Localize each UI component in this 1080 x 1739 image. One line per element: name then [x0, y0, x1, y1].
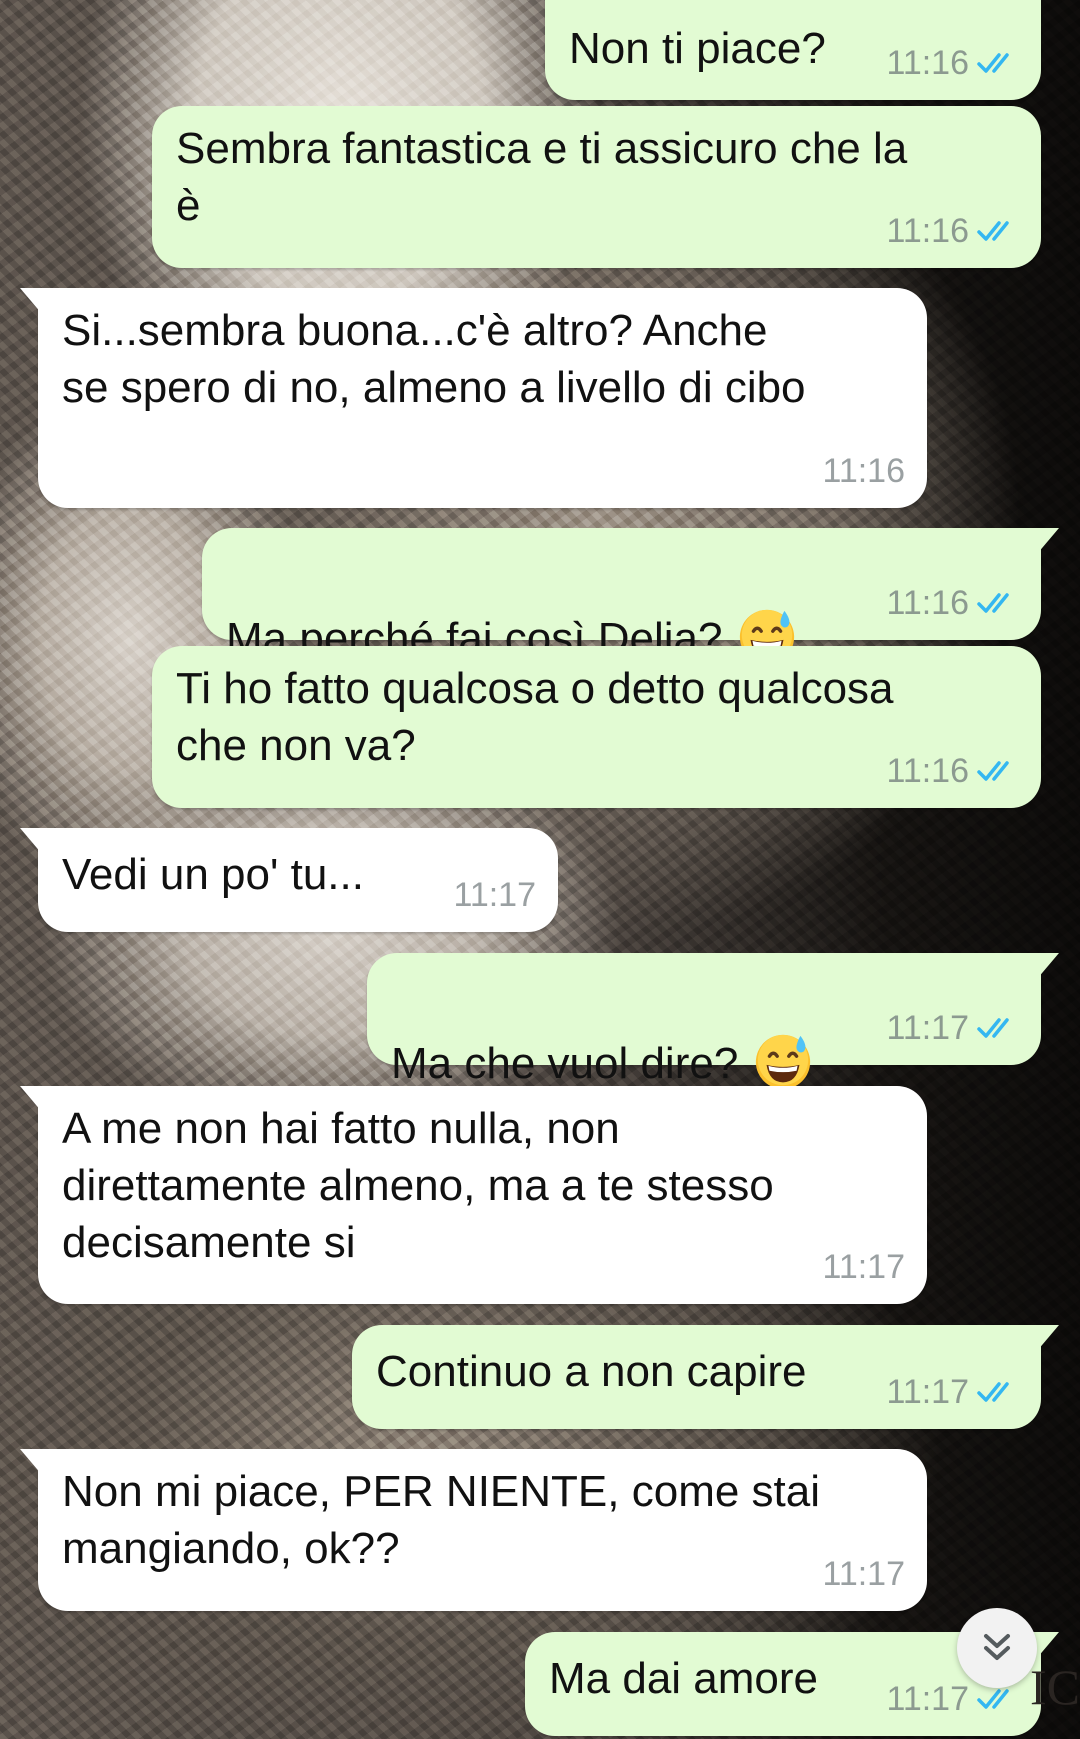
message-text: Si...sembra buona...c'è altro? Anche se …: [62, 306, 806, 412]
bubble-tail: [20, 1449, 42, 1475]
double-check-icon: [977, 53, 1009, 73]
double-check-icon: [977, 593, 1009, 613]
message-time: 11:17: [886, 1009, 969, 1047]
bubble-tail: [1037, 1632, 1059, 1658]
message-time: 11:16: [886, 212, 969, 250]
double-chevron-down-icon: [984, 1634, 1010, 1660]
bubble-tail: [20, 288, 42, 314]
message-text: Ma che vuol dire?: [391, 1039, 739, 1088]
message-meta: 11:17: [886, 1375, 1019, 1409]
message-time: 11:17: [886, 1373, 969, 1411]
message-bubble-outgoing[interactable]: Sembra fantastica e ti assicuro che la è…: [152, 106, 1041, 268]
message-time: 11:17: [822, 1248, 905, 1286]
bubble-tail: [1037, 528, 1059, 554]
message-meta: 11:17: [822, 1250, 905, 1284]
message-time: 11:16: [886, 44, 969, 82]
message-bubble-outgoing[interactable]: Non ti piace? 11:16: [545, 0, 1041, 100]
message-bubble-incoming[interactable]: A me non hai fatto nulla, non direttamen…: [20, 1086, 927, 1304]
message-time: 11:17: [886, 1680, 969, 1718]
chat-message-list[interactable]: Non ti piace? 11:16 Sembra fantastica e …: [0, 0, 1080, 1739]
message-time: 11:16: [822, 452, 905, 490]
message-meta: 11:16: [886, 214, 1019, 248]
bubble-tail: [1037, 953, 1059, 979]
message-bubble-incoming[interactable]: Si...sembra buona...c'è altro? Anche se …: [20, 288, 927, 508]
double-check-icon: [977, 221, 1009, 241]
double-check-icon: [977, 1382, 1009, 1402]
message-bubble-outgoing[interactable]: Continuo a non capire 11:17: [352, 1325, 1059, 1429]
bubble-tail: [20, 1086, 42, 1112]
message-time: 11:17: [453, 876, 536, 914]
message-time: 11:16: [886, 584, 969, 622]
double-check-icon: [977, 761, 1009, 781]
message-meta: 11:16: [886, 46, 1019, 80]
scroll-to-bottom-button[interactable]: [957, 1608, 1037, 1688]
double-check-icon: [977, 1689, 1009, 1709]
message-meta: 11:17: [822, 1557, 905, 1591]
message-bubble-outgoing[interactable]: Ti ho fatto qualcosa o detto qualcosa ch…: [152, 646, 1041, 808]
message-bubble-incoming[interactable]: Non mi piace, PER NIENTE, come stai mang…: [20, 1449, 927, 1611]
bubble-tail: [1037, 1325, 1059, 1351]
message-meta: 11:17: [886, 1011, 1019, 1045]
message-text: A me non hai fatto nulla, non direttamen…: [62, 1104, 774, 1267]
wallpaper-edge-text: IC: [1030, 1659, 1080, 1715]
message-meta: 11:16: [822, 454, 905, 488]
message-time: 11:17: [822, 1555, 905, 1593]
message-meta: 11:16: [886, 754, 1019, 788]
message-bubble-incoming[interactable]: Vedi un po' tu... 11:17: [20, 828, 558, 932]
message-text: Non mi piace, PER NIENTE, come stai mang…: [62, 1467, 821, 1573]
message-bubble-outgoing[interactable]: Ma perché fai così Delia? 11:16: [202, 528, 1059, 665]
message-meta: 11:17: [453, 878, 536, 912]
double-check-icon: [977, 1018, 1009, 1038]
grinning-face-with-sweat-emoji: [756, 1034, 811, 1090]
bubble-tail: [20, 828, 42, 854]
message-time: 11:16: [886, 752, 969, 790]
message-bubble-outgoing[interactable]: Ma che vuol dire? 11:17: [367, 953, 1059, 1090]
message-meta: 11:16: [886, 586, 1019, 620]
